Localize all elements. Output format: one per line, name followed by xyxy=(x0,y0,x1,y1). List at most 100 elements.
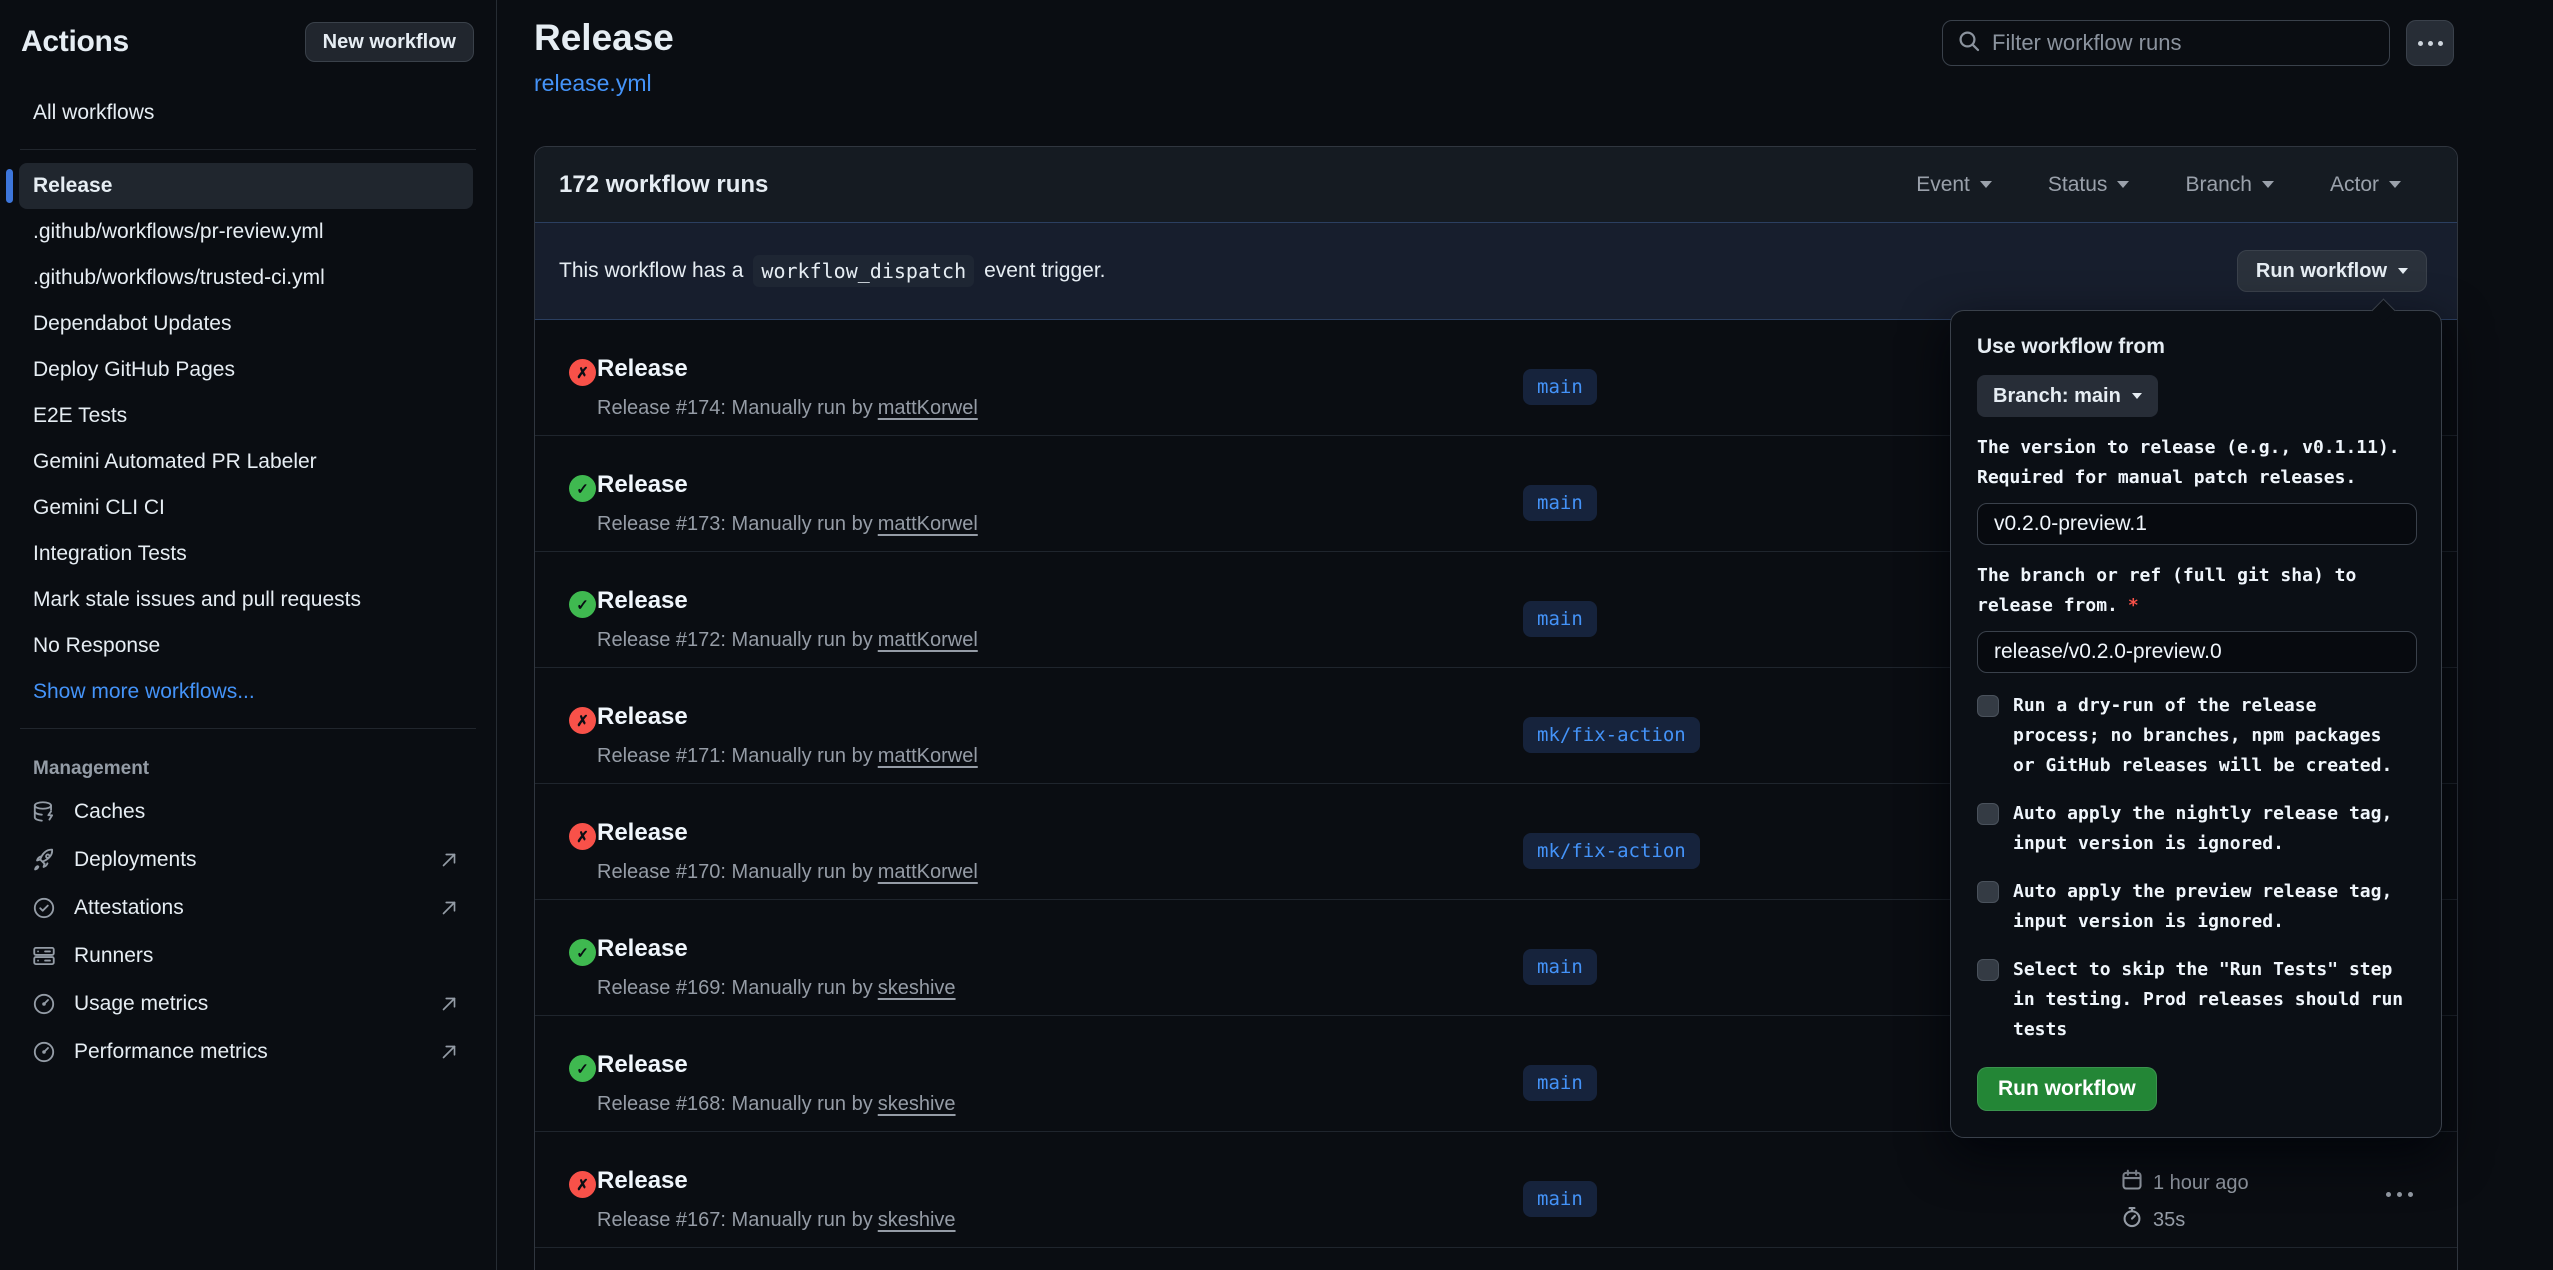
checkbox[interactable] xyxy=(1977,803,1999,825)
verified-icon xyxy=(31,895,57,921)
run-status-icon xyxy=(569,359,596,386)
chevron-down-icon xyxy=(2132,393,2142,399)
management-item-usage-metrics[interactable]: Usage metrics xyxy=(0,980,496,1028)
run-status-icon xyxy=(569,1055,596,1082)
checkbox-label: Auto apply the preview release tag, inpu… xyxy=(2013,877,2405,937)
run-actor-link[interactable]: skeshive xyxy=(878,1093,956,1115)
workflow-dispatch-banner: This workflow has a workflow_dispatch ev… xyxy=(535,222,2457,320)
management-heading: Management xyxy=(0,742,496,788)
branch-badge[interactable]: main xyxy=(1523,1065,1597,1101)
run-actor-link[interactable]: mattKorwel xyxy=(878,397,978,419)
required-asterisk: * xyxy=(2128,595,2139,616)
chevron-down-icon xyxy=(2398,268,2408,274)
popover-checkbox-list: Run a dry-run of the release process; no… xyxy=(1977,691,2415,1045)
rocket-icon xyxy=(31,847,57,873)
sidebar-workflow-item[interactable]: E2E Tests xyxy=(19,393,473,439)
run-title-link[interactable]: Release xyxy=(597,819,688,847)
meter-icon xyxy=(31,1039,57,1065)
branch-badge[interactable]: main xyxy=(1523,1181,1597,1217)
run-title-link[interactable]: Release xyxy=(597,355,688,383)
external-link-icon xyxy=(438,993,460,1015)
run-actor-link[interactable]: skeshive xyxy=(878,977,956,999)
sidebar-workflow-item[interactable]: Integration Tests xyxy=(19,531,473,577)
sidebar-workflow-item[interactable]: Gemini CLI CI xyxy=(19,485,473,531)
sidebar-workflow-item[interactable]: Dependabot Updates xyxy=(19,301,473,347)
show-more-workflows-link[interactable]: Show more workflows... xyxy=(19,669,473,715)
run-actor-link[interactable]: mattKorwel xyxy=(878,861,978,883)
filter-dropdown[interactable]: Branch xyxy=(2185,173,2274,197)
external-link-icon xyxy=(438,1041,460,1063)
meter-icon xyxy=(31,991,57,1017)
checkbox[interactable] xyxy=(1977,959,1999,981)
sidebar-workflow-item[interactable]: Mark stale issues and pull requests xyxy=(19,577,473,623)
run-description: Release #167: Manually run byskeshive xyxy=(597,1209,956,1232)
sidebar-item-all-workflows[interactable]: All workflows xyxy=(19,90,473,136)
chevron-down-icon xyxy=(1980,181,1992,188)
sidebar-workflow-item[interactable]: No Response xyxy=(19,623,473,669)
checkbox-label: Run a dry-run of the release process; no… xyxy=(2013,691,2405,781)
branch-badge[interactable]: main xyxy=(1523,485,1597,521)
actions-sidebar: Actions New workflow All workflows Relea… xyxy=(0,0,497,1270)
branch-badge[interactable]: main xyxy=(1523,949,1597,985)
popover-run-workflow-button[interactable]: Run workflow xyxy=(1977,1067,2157,1111)
run-title-link[interactable]: Release xyxy=(597,935,688,963)
run-actor-link[interactable]: mattKorwel xyxy=(878,745,978,767)
runs-panel-header: 172 workflow runs Event Status Branch xyxy=(535,147,2457,222)
branch-badge[interactable]: main xyxy=(1523,369,1597,405)
run-actor-link[interactable]: mattKorwel xyxy=(878,513,978,535)
ref-input[interactable] xyxy=(1977,631,2417,673)
sidebar-workflow-item[interactable]: Deploy GitHub Pages xyxy=(19,347,473,393)
search-input[interactable] xyxy=(1992,30,2375,56)
sidebar-workflow-item[interactable]: Release xyxy=(19,163,473,209)
run-time: 1 hour ago xyxy=(2121,1169,2249,1197)
run-title-link[interactable]: Release xyxy=(597,703,688,731)
sidebar-divider xyxy=(20,149,476,150)
management-item-performance-metrics[interactable]: Performance metrics xyxy=(0,1028,496,1076)
run-title-link[interactable]: Release xyxy=(597,587,688,615)
checkbox-row: Auto apply the nightly release tag, inpu… xyxy=(1977,799,2415,859)
use-workflow-from-label: Use workflow from xyxy=(1977,335,2415,359)
run-title-link[interactable]: Release xyxy=(597,1167,688,1195)
checkbox-label: Select to skip the "Run Tests" step in t… xyxy=(2013,955,2405,1045)
run-status-icon xyxy=(569,475,596,502)
run-title-link[interactable]: Release xyxy=(597,471,688,499)
branch-selector-button[interactable]: Branch: main xyxy=(1977,375,2158,417)
branch-badge[interactable]: mk/fix-action xyxy=(1523,717,1700,753)
run-actor-link[interactable]: skeshive xyxy=(878,1209,956,1231)
run-actor-link[interactable]: mattKorwel xyxy=(878,629,978,651)
management-item-label: Runners xyxy=(74,944,460,968)
run-workflow-popover: Use workflow from Branch: main The versi… xyxy=(1950,310,2442,1138)
management-item-label: Deployments xyxy=(74,848,421,872)
filter-dropdown[interactable]: Status xyxy=(2048,173,2130,197)
row-kebab-button[interactable] xyxy=(2380,1186,2419,1203)
filter-dropdown[interactable]: Event xyxy=(1916,173,1992,197)
branch-badge[interactable]: main xyxy=(1523,601,1597,637)
ref-field-description: The branch or ref (full git sha) to rele… xyxy=(1977,561,2417,621)
management-item-runners[interactable]: Runners xyxy=(0,932,496,980)
management-item-attestations[interactable]: Attestations xyxy=(0,884,496,932)
run-description: Release #170: Manually run bymattKorwel xyxy=(597,861,978,884)
run-title-link[interactable]: Release xyxy=(597,1051,688,1079)
chevron-down-icon xyxy=(2389,181,2401,188)
sidebar-workflow-item[interactable]: .github/workflows/trusted-ci.yml xyxy=(19,255,473,301)
sidebar-workflow-item[interactable]: .github/workflows/pr-review.yml xyxy=(19,209,473,255)
filter-runs-search[interactable] xyxy=(1942,20,2390,66)
workflow-options-kebab-button[interactable] xyxy=(2406,20,2454,66)
version-input[interactable] xyxy=(1977,503,2417,545)
checkbox-row: Select to skip the "Run Tests" step in t… xyxy=(1977,955,2415,1045)
checkbox[interactable] xyxy=(1977,881,1999,903)
sidebar-workflow-item[interactable]: Gemini Automated PR Labeler xyxy=(19,439,473,485)
filter-dropdown[interactable]: Actor xyxy=(2330,173,2401,197)
banner-text: event trigger. xyxy=(984,259,1105,283)
run-status-icon xyxy=(569,823,596,850)
external-link-icon xyxy=(438,849,460,871)
run-workflow-dropdown-button[interactable]: Run workflow xyxy=(2237,250,2427,292)
branch-badge[interactable]: mk/fix-action xyxy=(1523,833,1700,869)
run-description: Release #172: Manually run bymattKorwel xyxy=(597,629,978,652)
new-workflow-button[interactable]: New workflow xyxy=(305,22,474,62)
workflow-file-link[interactable]: release.yml xyxy=(534,70,652,97)
chevron-down-icon xyxy=(2262,181,2274,188)
management-item-deployments[interactable]: Deployments xyxy=(0,836,496,884)
checkbox[interactable] xyxy=(1977,695,1999,717)
management-item-caches[interactable]: Caches xyxy=(0,788,496,836)
